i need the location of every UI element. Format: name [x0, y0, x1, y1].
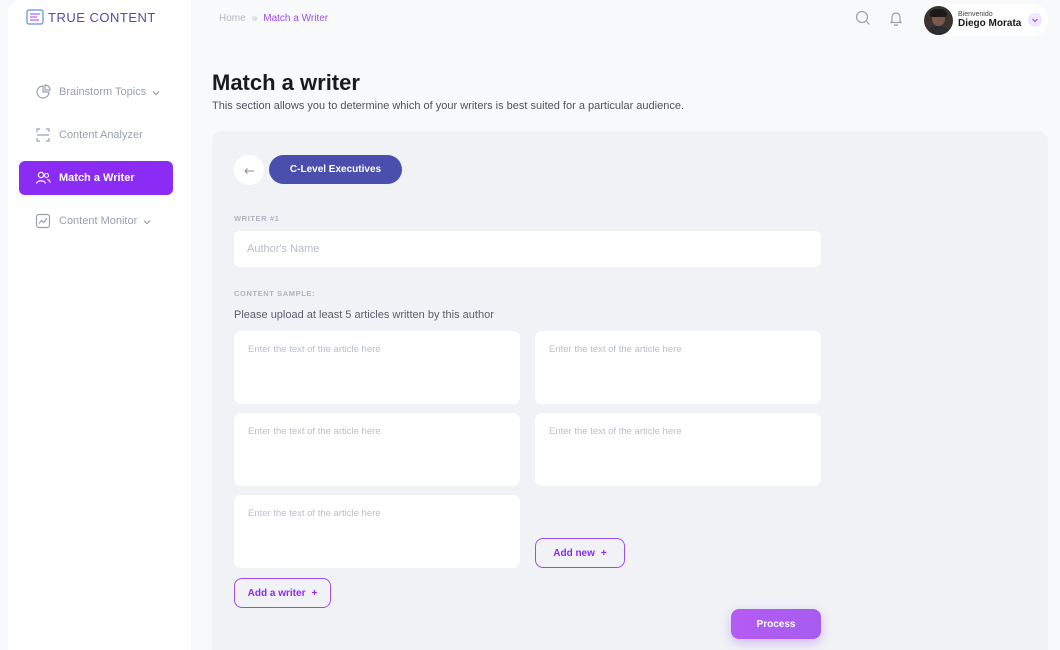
users-icon [35, 170, 51, 186]
brand-name: TRUE CONTENT [48, 9, 156, 25]
breadcrumb: Home » Match a Writer [219, 13, 328, 24]
breadcrumb-current: Match a Writer [263, 13, 329, 24]
breadcrumb-home[interactable]: Home [219, 13, 246, 24]
add-writer-label: Add a writer [247, 587, 306, 599]
sidebar-item-content-monitor[interactable]: Content Monitor [19, 204, 173, 238]
article-text-input[interactable] [535, 413, 821, 486]
sidebar-item-label: Content Analyzer [59, 129, 143, 141]
process-button[interactable]: Process [731, 609, 821, 639]
user-name: Diego Morata [958, 18, 1022, 30]
sidebar-item-brainstorm-topics[interactable]: Brainstorm Topics [19, 75, 173, 109]
sidebar-nav: Brainstorm Topics Content Analyzer Match… [19, 75, 173, 247]
chevron-down-icon [143, 217, 151, 225]
search-icon[interactable] [855, 10, 871, 26]
content-sample-label: CONTENT SAMPLE: [234, 289, 316, 298]
brand-logo-icon [26, 9, 44, 25]
sidebar-item-content-analyzer[interactable]: Content Analyzer [19, 118, 173, 152]
sidebar: TRUE CONTENT Brainstorm Topics Content A… [8, 0, 191, 650]
article-text-input[interactable] [234, 495, 520, 568]
writer-label: WRITER #1 [234, 214, 280, 223]
user-greeting: Bienvenido [958, 10, 993, 18]
trend-chart-icon [35, 213, 51, 229]
sidebar-item-label: Content Monitor [59, 215, 138, 227]
avatar [924, 5, 953, 35]
scan-icon [35, 127, 51, 143]
sidebar-item-match-a-writer[interactable]: Match a Writer [19, 161, 173, 195]
add-writer-button[interactable]: Add a writer + [234, 578, 331, 608]
audience-pill[interactable]: C-Level Executives [269, 155, 402, 184]
plus-icon: + [600, 547, 607, 559]
article-text-input[interactable] [535, 331, 821, 404]
author-name-input[interactable] [234, 231, 821, 267]
add-new-label: Add new [553, 547, 595, 559]
article-text-input[interactable] [234, 331, 520, 404]
user-menu[interactable]: Bienvenido Diego Morata [924, 4, 1048, 36]
chevron-down-icon[interactable] [1028, 13, 1042, 27]
plus-icon: + [311, 587, 318, 599]
pie-chart-icon [35, 84, 51, 100]
bell-icon[interactable] [888, 10, 904, 27]
breadcrumb-separator: » [251, 13, 258, 24]
header-actions [855, 10, 904, 27]
sidebar-item-label: Match a Writer [59, 172, 135, 184]
upload-instructions: Please upload at least 5 articles writte… [234, 309, 494, 321]
brand-logo[interactable]: TRUE CONTENT [26, 9, 156, 25]
chevron-down-icon [152, 88, 160, 96]
article-text-input[interactable] [234, 413, 520, 486]
arrow-left-icon [243, 163, 255, 178]
sidebar-item-label: Brainstorm Topics [59, 86, 147, 98]
page-subtitle: This section allows you to determine whi… [212, 100, 684, 112]
match-writer-panel: C-Level Executives WRITER #1 CONTENT SAM… [212, 131, 1048, 650]
back-button[interactable] [234, 155, 264, 185]
add-new-article-button[interactable]: Add new + [535, 538, 625, 568]
page-title: Match a writer [212, 70, 360, 95]
